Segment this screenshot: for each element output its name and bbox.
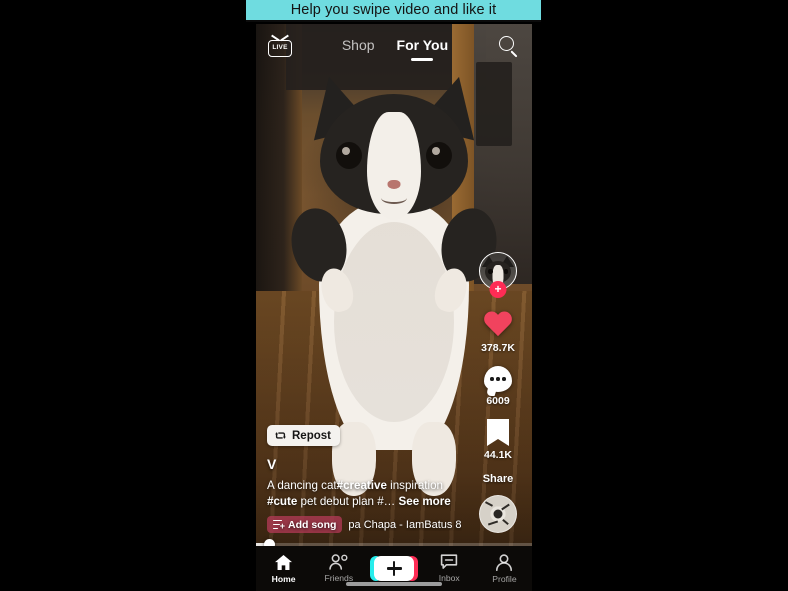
phone-screen: LIVE Shop For You + 378.7K 6009 44.1K Sh…: [256, 24, 532, 591]
home-indicator: [346, 582, 442, 586]
cat-mouth: [381, 192, 407, 204]
search-icon[interactable]: [498, 35, 520, 58]
instruction-banner-text: Help you swipe video and like it: [290, 2, 497, 18]
heart-icon: [483, 312, 513, 339]
like-button[interactable]: 378.7K: [481, 312, 515, 354]
search-icon-handle: [510, 50, 518, 58]
description-text-part: pet debut plan #…: [297, 494, 396, 508]
tab-shop[interactable]: Shop: [342, 37, 375, 56]
repost-button[interactable]: Repost: [267, 425, 340, 446]
avatar-eye-left: [488, 269, 493, 274]
description-text-part: A dancing cat: [267, 479, 337, 492]
add-song-label: Add song: [288, 518, 337, 531]
plus-icon-bar-v: [392, 561, 396, 576]
repost-icon: [274, 429, 287, 442]
plus-icon-glyph: [386, 561, 402, 576]
music-disc-detail: [502, 518, 509, 526]
comment-icon-dot: [496, 377, 500, 381]
add-song-icon: +: [273, 519, 285, 531]
tab-profile[interactable]: Profile: [477, 553, 532, 584]
caption-block: V A dancing cat#creative inspiration #cu…: [267, 456, 467, 533]
bookmark-button[interactable]: 44.1K: [484, 419, 512, 461]
see-more-link[interactable]: See more: [399, 495, 451, 508]
tab-profile-label: Profile: [492, 573, 517, 584]
search-icon-ring: [499, 36, 514, 51]
action-rail: + 378.7K 6009 44.1K Share: [472, 252, 524, 533]
description-text-part: inspiration: [386, 479, 443, 492]
music-disc-icon[interactable]: [479, 495, 517, 533]
tab-inbox[interactable]: Inbox: [422, 554, 477, 583]
share-label[interactable]: Share: [483, 473, 514, 485]
bookmark-icon: [487, 419, 509, 446]
profile-icon: [495, 553, 513, 571]
tab-home[interactable]: Home: [256, 554, 311, 584]
top-nav-tabs: Shop For You: [292, 37, 498, 56]
plus-icon: [370, 556, 418, 581]
song-title[interactable]: pa Chapa - IamBatus 8: [348, 519, 461, 531]
bookmark-count: 44.1K: [483, 449, 513, 461]
music-disc-detail: [501, 503, 510, 511]
comment-icon: [484, 366, 512, 392]
author-username[interactable]: V: [267, 456, 467, 472]
comment-icon-dot: [502, 377, 506, 381]
music-disc-detail: [487, 520, 499, 526]
add-song-icon-plus: +: [279, 520, 285, 531]
live-icon-screen: LIVE: [268, 40, 292, 57]
live-icon-label: LIVE: [272, 44, 288, 52]
cat-body-shading: [334, 222, 454, 422]
like-count: 378.7K: [481, 342, 515, 354]
cat-nose: [387, 180, 401, 189]
avatar-eye-right: [503, 269, 508, 274]
inbox-icon: [440, 554, 458, 570]
comment-button[interactable]: 6009: [484, 366, 512, 407]
hashtag-creative[interactable]: #creative: [337, 479, 387, 492]
sound-row: + Add song pa Chapa - IamBatus 8: [267, 516, 467, 533]
video-description: A dancing cat#creative inspiration #cute…: [267, 478, 467, 509]
tab-inbox-label: Inbox: [438, 573, 460, 583]
top-navigation-bar: LIVE Shop For You: [256, 24, 532, 68]
music-disc-detail: [484, 501, 494, 507]
add-song-icon-bar: [273, 527, 278, 529]
instruction-banner: Help you swipe video and like it: [246, 0, 541, 22]
author-avatar-button[interactable]: +: [479, 252, 517, 298]
hashtag-cute[interactable]: #cute: [267, 495, 297, 508]
repost-label: Repost: [292, 429, 331, 442]
friends-icon: [328, 554, 349, 570]
cat-eye-right: [426, 142, 452, 169]
comment-count: 6009: [486, 395, 510, 407]
comment-icon-dot: [490, 377, 494, 381]
follow-plus-icon[interactable]: +: [489, 281, 507, 298]
live-icon[interactable]: LIVE: [268, 34, 292, 57]
add-song-button[interactable]: + Add song: [267, 516, 343, 533]
cat-eye-left: [336, 142, 362, 169]
home-icon: [274, 554, 293, 571]
tab-for-you[interactable]: For You: [397, 37, 449, 56]
tab-home-label: Home: [271, 573, 296, 584]
tab-friends[interactable]: Friends: [311, 554, 366, 583]
create-video-button[interactable]: [366, 556, 421, 581]
